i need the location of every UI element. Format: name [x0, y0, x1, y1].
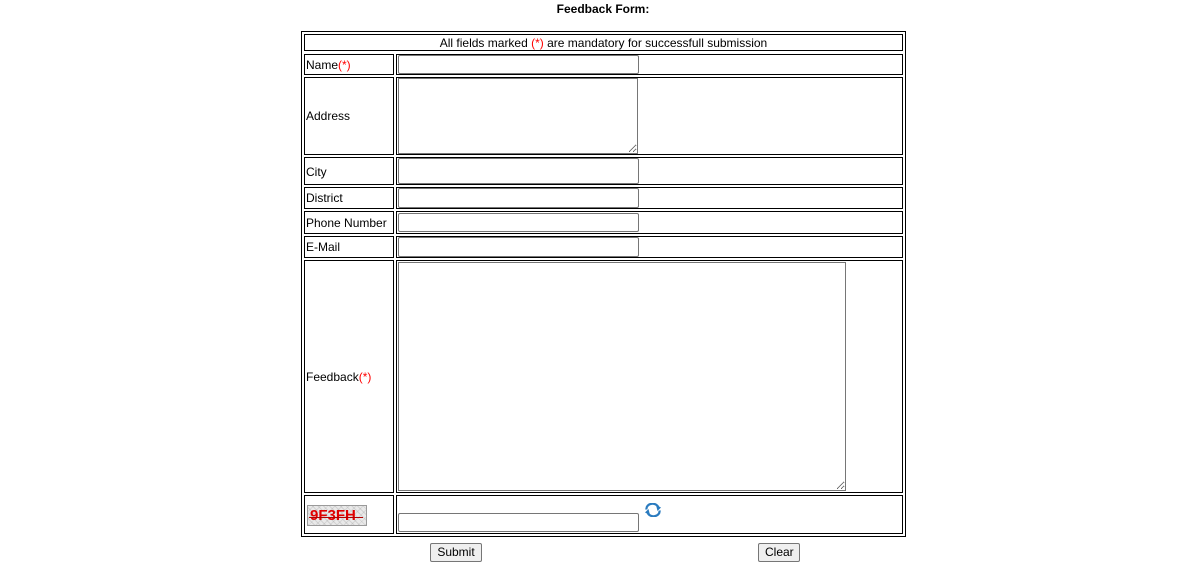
captcha-strike-line: [309, 517, 363, 518]
address-label: Address: [306, 109, 351, 123]
name-required-marker: (*): [338, 57, 351, 72]
required-marker: (*): [531, 36, 544, 50]
feedback-required-marker: (*): [358, 369, 372, 384]
phone-label-cell: Phone Number: [304, 211, 394, 234]
email-input[interactable]: [398, 237, 639, 257]
refresh-icon[interactable]: [644, 503, 662, 517]
notice-suffix: are mandatory for successfull submission: [543, 36, 768, 50]
notice-prefix: All fields marked: [439, 36, 532, 50]
feedback-label: Feedback (*): [306, 369, 372, 384]
submit-button[interactable]: Submit: [430, 543, 482, 562]
address-textarea[interactable]: [398, 78, 638, 154]
mandatory-notice: All fields marked (*) are mandatory for …: [305, 36, 902, 50]
city-label: City: [306, 165, 327, 179]
captcha-input[interactable]: [398, 513, 639, 532]
name-label-cell: Name (*): [304, 54, 394, 75]
email-label-cell: E-Mail: [304, 236, 394, 258]
feedback-textarea[interactable]: [398, 262, 846, 491]
captcha-image: 9F3FH: [307, 505, 367, 526]
district-label-cell: District: [304, 187, 394, 209]
name-label: Name (*): [306, 57, 351, 72]
clear-button[interactable]: Clear: [758, 543, 800, 562]
phone-input[interactable]: [398, 213, 639, 232]
mandatory-notice-cell: All fields marked (*) are mandatory for …: [304, 34, 903, 51]
name-input[interactable]: [398, 55, 639, 74]
address-label-cell: Address: [304, 77, 394, 155]
district-label: District: [306, 191, 343, 205]
city-input[interactable]: [398, 158, 639, 184]
page-title: Feedback Form:: [556, 2, 650, 16]
captcha-text: 9F3FH: [310, 507, 356, 524]
phone-label: Phone Number: [306, 215, 387, 230]
district-input[interactable]: [398, 188, 639, 208]
city-label-cell: City: [304, 157, 394, 185]
feedback-label-cell: Feedback (*): [304, 260, 394, 493]
email-label: E-Mail: [306, 240, 341, 254]
